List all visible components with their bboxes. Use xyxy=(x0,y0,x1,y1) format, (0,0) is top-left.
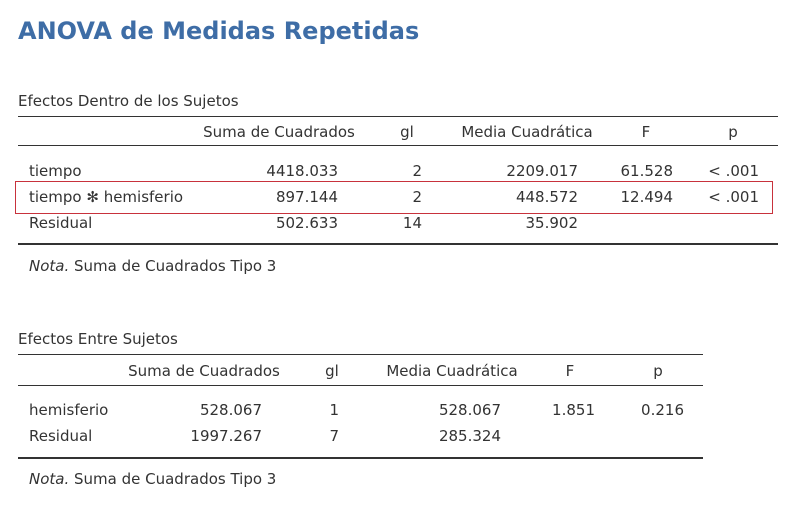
within-row-ms: 448.572 xyxy=(515,188,578,206)
between-row-ss: 1997.267 xyxy=(190,427,262,445)
within-header-p: p xyxy=(728,123,738,141)
within-row-ss: 897.144 xyxy=(275,188,338,206)
within-row-f: 61.528 xyxy=(620,162,674,180)
between-row-gl: 7 xyxy=(329,427,339,445)
note-label: Nota. xyxy=(29,257,70,275)
between-row-ms: 285.324 xyxy=(438,427,501,445)
between-table-note: Nota. Suma de Cuadrados Tipo 3 xyxy=(29,470,276,488)
within-row-gl: 2 xyxy=(412,188,422,206)
within-header-ms: Media Cuadrática xyxy=(461,123,593,141)
between-header-ms: Media Cuadrática xyxy=(386,362,518,380)
between-row-f: 1.851 xyxy=(552,401,595,419)
within-row-ss: 502.633 xyxy=(275,214,338,232)
between-header-ss: Suma de Cuadrados xyxy=(128,362,280,380)
between-table-top-rule xyxy=(18,354,703,355)
note-label: Nota. xyxy=(29,470,70,488)
between-row-label: hemisferio xyxy=(29,401,109,419)
within-header-ss: Suma de Cuadrados xyxy=(203,123,355,141)
within-table-top-rule xyxy=(18,116,778,117)
within-table-caption: Efectos Dentro de los Sujetos xyxy=(18,92,239,110)
note-text: Suma de Cuadrados Tipo 3 xyxy=(69,470,277,488)
within-row-gl: 14 xyxy=(402,214,422,232)
within-row-p: < .001 xyxy=(708,188,759,206)
within-row-ms: 2209.017 xyxy=(506,162,578,180)
within-row-ms: 35.902 xyxy=(525,214,579,232)
within-row-ss: 4418.033 xyxy=(266,162,338,180)
between-row-gl: 1 xyxy=(329,401,339,419)
page-title: ANOVA de Medidas Repetidas xyxy=(18,17,420,45)
between-row-p: 0.216 xyxy=(641,401,684,419)
within-header-rule xyxy=(18,145,778,146)
between-header-rule xyxy=(18,385,703,386)
between-header-f: F xyxy=(565,362,575,380)
between-table-bottom-rule xyxy=(18,457,703,459)
between-row-ms: 528.067 xyxy=(438,401,501,419)
between-header-p: p xyxy=(653,362,663,380)
between-row-label: Residual xyxy=(29,427,93,445)
within-row-label: tiempo xyxy=(29,162,82,180)
note-text: Suma de Cuadrados Tipo 3 xyxy=(69,257,277,275)
within-row-f: 12.494 xyxy=(620,188,674,206)
within-table-note: Nota. Suma de Cuadrados Tipo 3 xyxy=(29,257,276,275)
within-row-p: < .001 xyxy=(708,162,759,180)
within-header-gl: gl xyxy=(400,123,414,141)
within-table-bottom-rule xyxy=(18,243,778,245)
between-row-ss: 528.067 xyxy=(199,401,262,419)
within-row-gl: 2 xyxy=(412,162,422,180)
between-table-caption: Efectos Entre Sujetos xyxy=(18,330,178,348)
within-header-f: F xyxy=(641,123,651,141)
within-row-label: Residual xyxy=(29,214,93,232)
between-header-gl: gl xyxy=(325,362,339,380)
within-row-label: tiempo ✻ hemisferio xyxy=(29,188,184,206)
